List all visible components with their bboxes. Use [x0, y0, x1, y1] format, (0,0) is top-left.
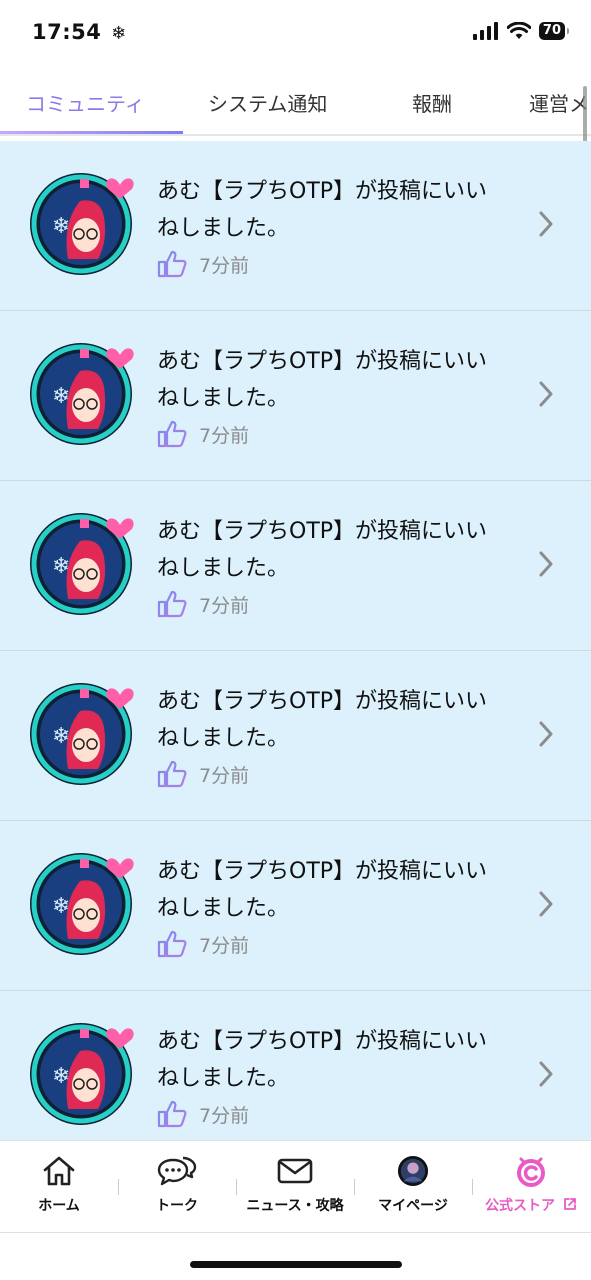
- notification-meta: 7分前: [157, 930, 249, 958]
- thumbs-up-icon: [157, 930, 187, 958]
- notification-list: ❄ あむ【ラプちOTP】が投稿にいいねしました。 7分前 ❄ あむ【ラプちOTP…: [0, 141, 591, 1140]
- thumbs-up-icon: [157, 590, 187, 618]
- tab-system-notice[interactable]: システム通知: [208, 88, 327, 117]
- notification-text: あむ【ラプちOTP】が投稿にいいねしました。: [157, 1029, 488, 1091]
- thumbs-up-icon: [157, 1100, 187, 1128]
- notification-time: 7分前: [199, 934, 250, 957]
- home-indicator[interactable]: [190, 1261, 402, 1268]
- tab-divider: [0, 134, 591, 136]
- notification-text: あむ【ラプちOTP】が投稿にいいねしました。: [157, 689, 488, 751]
- bottom-divider: [0, 1232, 591, 1233]
- nav-news-label: ニュース・攻略: [246, 1198, 344, 1214]
- notification-meta: 7分前: [157, 250, 249, 278]
- store-icon: [517, 1157, 545, 1187]
- status-icons: 70: [472, 22, 570, 40]
- mail-icon: [277, 1158, 313, 1184]
- nav-mypage-label: マイページ: [378, 1198, 448, 1214]
- notification-item[interactable]: ❄ あむ【ラプちOTP】が投稿にいいねしました。 7分前: [0, 481, 591, 651]
- bottom-nav: ホーム トーク ニュース・攻略 マイページ 公式ストア: [0, 1140, 591, 1232]
- chevron-right-icon[interactable]: [539, 1061, 553, 1087]
- nav-store-text: 公式ストア: [485, 1198, 556, 1214]
- user-avatar: ❄: [30, 173, 134, 275]
- chevron-right-icon[interactable]: [539, 721, 553, 747]
- tab-management[interactable]: 運営メ: [529, 88, 589, 117]
- notification-time: 7分前: [199, 1104, 250, 1127]
- external-link-icon: [564, 1198, 576, 1210]
- user-avatar: ❄: [30, 513, 134, 615]
- thumbs-up-icon: [157, 420, 187, 448]
- notification-meta: 7分前: [157, 590, 249, 618]
- notification-meta: 7分前: [157, 760, 249, 788]
- avatar-icon: [397, 1155, 429, 1187]
- user-avatar: ❄: [30, 1023, 134, 1125]
- status-time: 17:54 ❄: [32, 20, 127, 44]
- user-avatar: ❄: [30, 853, 134, 955]
- chat-icon: [157, 1156, 197, 1186]
- notification-text: あむ【ラプちOTP】が投稿にいいねしました。: [157, 179, 488, 241]
- chevron-right-icon[interactable]: [539, 551, 553, 577]
- thumbs-up-icon: [157, 760, 187, 788]
- nav-mypage[interactable]: マイページ: [354, 1155, 472, 1215]
- tab-community[interactable]: コミュニティ: [26, 88, 145, 117]
- notification-item[interactable]: ❄ あむ【ラプちOTP】が投稿にいいねしました。 7分前: [0, 991, 591, 1140]
- nav-official-store-label: 公式ストア: [485, 1195, 577, 1215]
- nav-talk[interactable]: トーク: [118, 1155, 236, 1215]
- notification-text: あむ【ラプちOTP】が投稿にいいねしました。: [157, 859, 488, 921]
- cellular-signal-icon: [472, 22, 498, 40]
- notification-item[interactable]: ❄ あむ【ラプちOTP】が投稿にいいねしました。 7分前: [0, 311, 591, 481]
- notification-text: あむ【ラプちOTP】が投稿にいいねしました。: [157, 349, 488, 411]
- nav-news[interactable]: ニュース・攻略: [236, 1155, 354, 1215]
- notification-text: あむ【ラプちOTP】が投稿にいいねしました。: [157, 519, 488, 581]
- wifi-icon: [506, 22, 531, 39]
- nav-talk-label: トーク: [156, 1198, 198, 1214]
- user-avatar: ❄: [30, 683, 134, 785]
- battery-indicator: 70: [538, 22, 570, 40]
- user-avatar: ❄: [30, 343, 134, 445]
- thumbs-up-icon: [157, 250, 187, 278]
- notification-time: 7分前: [199, 764, 250, 787]
- notification-time: 7分前: [199, 424, 250, 447]
- notification-item[interactable]: ❄ あむ【ラプちOTP】が投稿にいいねしました。 7分前: [0, 651, 591, 821]
- status-bar: 17:54 ❄ 70: [0, 0, 591, 70]
- notification-meta: 7分前: [157, 420, 249, 448]
- tab-bar: コミュニティ システム通知 報酬 運営メ: [0, 70, 591, 136]
- notification-time: 7分前: [199, 254, 250, 277]
- notification-item[interactable]: ❄ あむ【ラプちOTP】が投稿にいいねしました。 7分前: [0, 821, 591, 991]
- home-icon: [43, 1156, 75, 1186]
- notification-item[interactable]: ❄ あむ【ラプちOTP】が投稿にいいねしました。 7分前: [0, 141, 591, 311]
- chevron-right-icon[interactable]: [539, 211, 553, 237]
- snowflake-icon: ❄: [111, 23, 127, 44]
- tab-rewards[interactable]: 報酬: [412, 88, 452, 117]
- notification-meta: 7分前: [157, 1100, 249, 1128]
- chevron-right-icon[interactable]: [539, 891, 553, 917]
- chevron-right-icon[interactable]: [539, 381, 553, 407]
- nav-home[interactable]: ホーム: [0, 1155, 118, 1215]
- nav-official-store[interactable]: 公式ストア: [472, 1155, 590, 1215]
- nav-home-label: ホーム: [38, 1198, 80, 1214]
- notification-time: 7分前: [199, 594, 250, 617]
- status-time-text: 17:54: [32, 20, 102, 44]
